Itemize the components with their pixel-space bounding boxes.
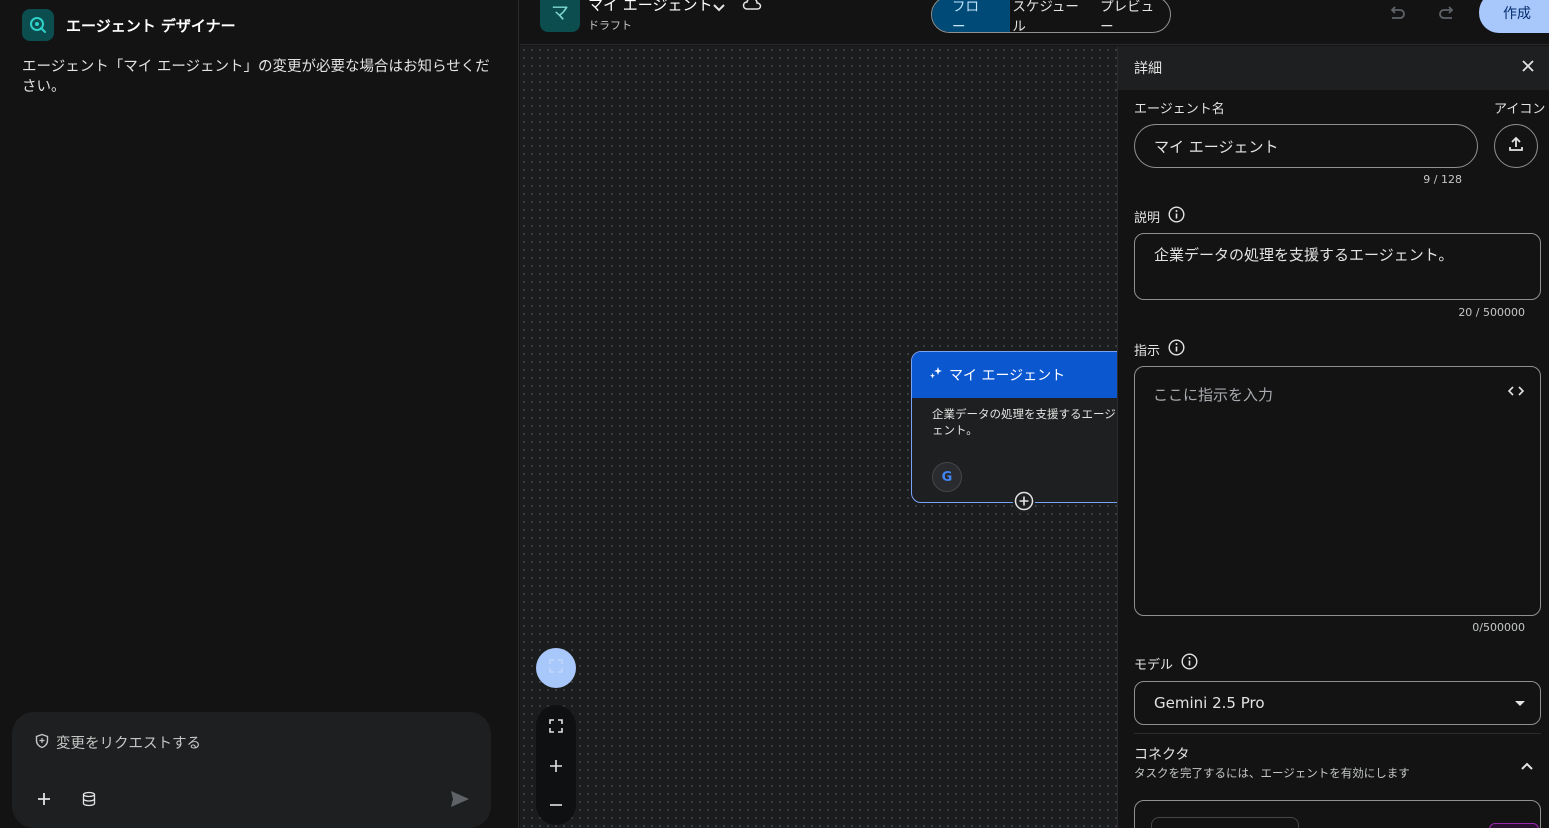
auto-layout-button[interactable] bbox=[536, 648, 576, 688]
upload-icon-button[interactable] bbox=[1494, 124, 1538, 168]
chevron-up-icon[interactable] bbox=[1520, 756, 1534, 775]
model-select[interactable]: Gemini 2.5 Pro bbox=[1134, 681, 1541, 725]
agent-node-description: 企業データの処理を支援するエージェント。 bbox=[932, 407, 1116, 437]
redo-icon[interactable] bbox=[1436, 2, 1458, 28]
connector-badge bbox=[1489, 823, 1539, 828]
zoom-controls bbox=[536, 705, 576, 825]
request-input[interactable]: 変更をリクエストする bbox=[34, 732, 201, 753]
details-title: 詳細 bbox=[1134, 61, 1162, 77]
info-icon[interactable] bbox=[1168, 206, 1185, 227]
view-tabs: フロー スケジュール プレビュー bbox=[931, 0, 1171, 33]
agent-name-label: エージェント名 bbox=[1134, 98, 1225, 117]
top-bar: マ マイ エージェント ドラフト フロー スケジュール プレビュー 作成 bbox=[520, 0, 1549, 45]
description-label-text: 説明 bbox=[1134, 211, 1161, 226]
model-value: Gemini 2.5 Pro bbox=[1154, 694, 1265, 712]
info-icon[interactable] bbox=[1168, 339, 1185, 360]
agent-name-counter: 9 / 128 bbox=[1423, 173, 1462, 186]
agent-node-title: マイ エージェント bbox=[949, 368, 1066, 384]
google-connector-icon[interactable]: G bbox=[932, 462, 962, 492]
tab-preview[interactable]: プレビュー bbox=[1094, 0, 1170, 32]
details-header: 詳細 bbox=[1118, 46, 1549, 90]
add-attachment-button[interactable] bbox=[31, 788, 57, 814]
instruction-placeholder: ここに指示を入力 bbox=[1153, 386, 1274, 404]
description-label: 説明 bbox=[1134, 206, 1185, 227]
section-divider bbox=[1134, 733, 1541, 734]
tab-flow[interactable]: フロー bbox=[932, 0, 1011, 32]
agent-node-header: マイ エージェント bbox=[912, 352, 1117, 398]
chevron-down-icon[interactable] bbox=[712, 0, 726, 17]
cloud-save-icon bbox=[742, 0, 762, 16]
model-label: モデル bbox=[1134, 653, 1198, 674]
description-textarea[interactable]: 企業データの処理を支援するエージェント。 bbox=[1134, 233, 1541, 300]
plus-icon bbox=[36, 791, 52, 811]
data-source-button[interactable] bbox=[76, 788, 102, 814]
assistant-message: エージェント「マイ エージェント」の変更が必要な場合はお知らせください。 bbox=[22, 59, 490, 95]
instruction-counter: 0/500000 bbox=[1472, 621, 1525, 634]
layout-icon bbox=[547, 657, 565, 679]
database-icon bbox=[81, 791, 97, 811]
request-composer[interactable]: 変更をリクエストする bbox=[12, 712, 491, 828]
instruction-label-text: 指示 bbox=[1134, 344, 1161, 359]
fit-screen-icon[interactable] bbox=[548, 718, 564, 734]
zoom-in-icon[interactable] bbox=[549, 759, 563, 773]
instruction-textarea[interactable]: ここに指示を入力 bbox=[1134, 366, 1541, 616]
instruction-label: 指示 bbox=[1134, 339, 1185, 360]
agent-status: ドラフト bbox=[588, 19, 632, 32]
agent-avatar: マ bbox=[540, 0, 580, 32]
connector-chip[interactable] bbox=[1151, 817, 1299, 828]
flow-canvas[interactable]: マイ エージェント 企業データの処理を支援するエージェント。 G bbox=[520, 46, 1117, 828]
dropdown-arrow-icon bbox=[1514, 694, 1526, 712]
agent-designer-panel: エージェント デザイナー エージェント「マイ エージェント」の変更が必要な場合は… bbox=[0, 0, 519, 828]
icon-label-text: アイコン bbox=[1494, 102, 1546, 117]
model-label-text: モデル bbox=[1134, 658, 1174, 673]
connector-section-subtitle: タスクを完了するには、エージェントを有効にします bbox=[1134, 766, 1410, 780]
add-node-button[interactable] bbox=[1013, 491, 1035, 515]
undo-icon[interactable] bbox=[1386, 2, 1408, 28]
agent-name-input[interactable]: マイ エージェント bbox=[1134, 124, 1478, 168]
description-value: 企業データの処理を支援するエージェント。 bbox=[1154, 246, 1454, 264]
plus-circle-icon bbox=[1014, 491, 1034, 515]
agent-name-label-text: エージェント名 bbox=[1134, 102, 1225, 117]
agent-name-title: マイ エージェント bbox=[588, 0, 713, 14]
agent-designer-title: エージェント デザイナー bbox=[66, 16, 236, 35]
info-icon[interactable] bbox=[1181, 653, 1198, 674]
connector-card[interactable] bbox=[1134, 800, 1541, 828]
zoom-out-icon[interactable] bbox=[549, 798, 563, 812]
send-button[interactable] bbox=[447, 788, 473, 814]
agent-designer-app: エージェント デザイナー エージェント「マイ エージェント」の変更が必要な場合は… bbox=[0, 0, 1549, 828]
request-input-placeholder: 変更をリクエストする bbox=[56, 736, 201, 752]
sparkle-icon bbox=[929, 366, 943, 384]
upload-icon bbox=[1507, 135, 1525, 157]
close-icon[interactable] bbox=[1521, 59, 1535, 77]
connector-section-title: コネクタ bbox=[1134, 747, 1190, 763]
tab-schedule[interactable]: スケジュール bbox=[1010, 0, 1094, 32]
google-connector-glyph: G bbox=[941, 469, 953, 485]
send-icon bbox=[450, 790, 470, 812]
shield-icon bbox=[34, 733, 50, 753]
details-panel: 詳細 エージェント名 アイコン マイ エージェント 9 / 128 説明 企業デ… bbox=[1117, 46, 1549, 828]
code-icon[interactable] bbox=[1507, 383, 1525, 401]
description-counter: 20 / 500000 bbox=[1458, 306, 1525, 319]
agent-designer-logo-icon bbox=[22, 9, 54, 41]
agent-node[interactable]: マイ エージェント 企業データの処理を支援するエージェント。 G bbox=[911, 351, 1117, 514]
agent-designer-header: エージェント デザイナー bbox=[22, 9, 236, 41]
agent-name-value: マイ エージェント bbox=[1154, 137, 1279, 156]
create-button[interactable]: 作成 bbox=[1479, 0, 1549, 33]
icon-label: アイコン bbox=[1494, 98, 1545, 117]
